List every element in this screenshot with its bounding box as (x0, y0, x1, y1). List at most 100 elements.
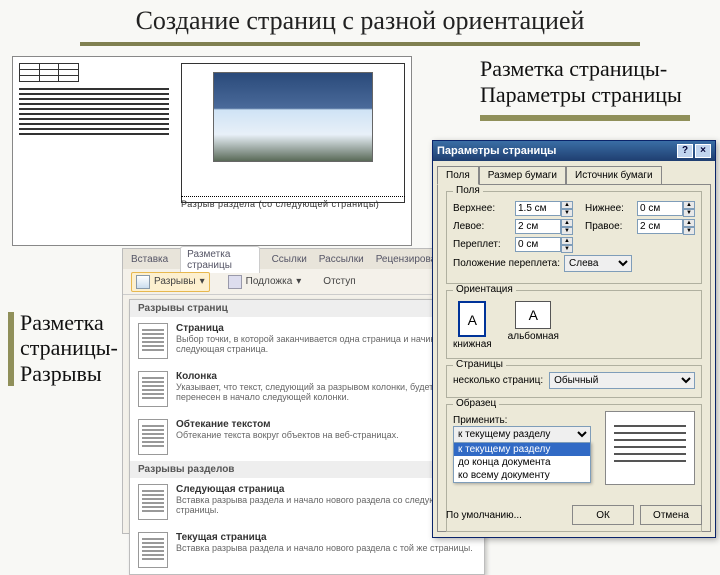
break-page-icon (138, 323, 168, 359)
breaks-icon (136, 275, 150, 289)
orientation-group: Ориентация A книжная A альбомная (446, 290, 702, 359)
apply-dropdown-open: к текущему разделу до конца документа ко… (453, 442, 591, 483)
break-page-title: Страница (176, 323, 476, 334)
watermark-label: Подложка (246, 276, 293, 287)
annotation-left-line1: Разметка (20, 310, 118, 335)
document-preview: Разрыв раздела (со следующей страницы) (12, 56, 412, 246)
break-textwrap-desc: Обтекание текста вокруг объектов на веб-… (176, 430, 399, 440)
gutter-spinner[interactable]: ▲▼ (561, 237, 573, 252)
tab-references[interactable]: Ссылки (272, 254, 307, 265)
breaks-label: Разрывы (154, 276, 196, 287)
gutter-pos-select[interactable]: Слева (564, 255, 632, 272)
break-current-page-icon (138, 532, 168, 568)
break-column-title: Колонка (176, 371, 476, 382)
break-current-page-desc: Вставка разрыва раздела и начало нового … (176, 543, 473, 553)
section-break-marker: Разрыв раздела (со следующей страницы) (181, 196, 405, 209)
break-column-icon (138, 371, 168, 407)
gutter-label: Переплет: (453, 239, 511, 250)
break-current-page[interactable]: Текущая страницаВставка разрыва раздела … (130, 526, 484, 574)
section-page-breaks: Разрывы страниц (130, 300, 484, 317)
top-margin-input[interactable] (515, 201, 561, 216)
margins-group-label: Поля (453, 185, 483, 196)
annotation-left-accent (8, 312, 14, 386)
left-margin-input[interactable] (515, 219, 561, 234)
portrait-label: книжная (453, 339, 492, 350)
right-margin-label: Правое: (585, 221, 633, 232)
break-next-page-title: Следующая страница (176, 484, 476, 495)
apply-opt-to-end[interactable]: до конца документа (454, 456, 590, 469)
break-next-page[interactable]: Следующая страницаВставка разрыва раздел… (130, 478, 484, 526)
section-section-breaks: Разрывы разделов (130, 461, 484, 478)
portrait-page-thumb (19, 63, 169, 239)
cancel-button[interactable]: Отмена (640, 505, 702, 525)
breaks-button[interactable]: Разрывы ▾ (131, 272, 210, 292)
tab-margins[interactable]: Поля (437, 166, 479, 185)
bottom-margin-input[interactable] (637, 201, 683, 216)
pages-group-label: Страницы (453, 359, 506, 370)
annotation-left-line3: Разрывы (20, 361, 118, 386)
landscape-icon: A (515, 301, 551, 329)
dialog-title-text: Параметры страницы (437, 145, 556, 157)
break-column[interactable]: КолонкаУказывает, что текст, следующий з… (130, 365, 484, 413)
portrait-icon: A (458, 301, 486, 337)
annotation-right-accent (480, 115, 690, 121)
break-current-page-title: Текущая страница (176, 532, 473, 543)
break-next-page-icon (138, 484, 168, 520)
watermark-icon (228, 275, 242, 289)
apply-select[interactable]: к текущему разделу (453, 426, 591, 443)
close-button[interactable]: × (695, 144, 711, 158)
default-button[interactable]: По умолчанию... (446, 510, 522, 521)
title-underline (80, 42, 640, 46)
slide-title: Создание страниц с разной ориентацией (0, 6, 720, 36)
top-margin-spinner[interactable]: ▲▼ (561, 201, 573, 216)
dialog-body: Поля Верхнее: ▲▼ Нижнее: ▲▼ Левое: ▲▼ Пр… (437, 184, 711, 532)
tab-paper-size[interactable]: Размер бумаги (479, 166, 566, 185)
left-margin-spinner[interactable]: ▲▼ (561, 219, 573, 234)
sample-group-label: Образец (453, 398, 499, 409)
watermark-button[interactable]: Подложка ▾ (224, 273, 306, 291)
bottom-margin-label: Нижнее: (585, 203, 633, 214)
help-button[interactable]: ? (677, 144, 693, 158)
indent-button[interactable]: Отступ (319, 274, 359, 289)
sample-preview (605, 411, 695, 485)
page-setup-dialog: Параметры страницы ? × Поля Размер бумаг… (432, 140, 716, 538)
apply-opt-whole-doc[interactable]: ко всему документу (454, 469, 590, 482)
annotation-right-line2: Параметры страницы (480, 82, 690, 108)
ok-button[interactable]: ОК (572, 505, 634, 525)
landscape-page-thumb (181, 63, 405, 203)
orientation-portrait[interactable]: A книжная (453, 301, 492, 350)
pages-label: несколько страниц: (453, 375, 543, 386)
pages-select[interactable]: Обычный (549, 372, 695, 389)
annotation-left-line2: страницы- (20, 335, 118, 360)
dialog-titlebar: Параметры страницы ? × (433, 141, 715, 161)
tab-insert[interactable]: Вставка (131, 254, 168, 265)
apply-label: Применить: (453, 415, 599, 426)
gutter-pos-label: Положение переплета: (453, 258, 560, 269)
photo-placeholder (213, 72, 373, 162)
landscape-label: альбомная (508, 331, 559, 342)
left-margin-label: Левое: (453, 221, 511, 232)
tab-page-layout[interactable]: Разметка страницы (180, 246, 259, 273)
gutter-input[interactable] (515, 237, 561, 252)
orientation-landscape[interactable]: A альбомная (508, 301, 559, 350)
margins-group: Поля Верхнее: ▲▼ Нижнее: ▲▼ Левое: ▲▼ Пр… (446, 191, 702, 284)
top-margin-label: Верхнее: (453, 203, 511, 214)
break-next-page-desc: Вставка разрыва раздела и начало нового … (176, 495, 476, 516)
tab-paper-source[interactable]: Источник бумаги (566, 166, 662, 185)
tab-mailings[interactable]: Рассылки (319, 254, 364, 265)
dialog-button-row: По умолчанию... ОК Отмена (446, 505, 702, 525)
bottom-margin-spinner[interactable]: ▲▼ (683, 201, 695, 216)
break-textwrap[interactable]: Обтекание текстомОбтекание текста вокруг… (130, 413, 484, 461)
annotation-right: Разметка страницы- Параметры страницы (480, 56, 690, 121)
orientation-group-label: Ориентация (453, 284, 516, 295)
break-page-desc: Выбор точки, в которой заканчивается одн… (176, 334, 476, 355)
break-column-desc: Указывает, что текст, следующий за разры… (176, 382, 476, 403)
apply-opt-current[interactable]: к текущему разделу (454, 443, 590, 456)
break-textwrap-title: Обтекание текстом (176, 419, 399, 430)
break-page[interactable]: СтраницаВыбор точки, в которой заканчива… (130, 317, 484, 365)
break-textwrap-icon (138, 419, 168, 455)
annotation-left: Разметка страницы- Разрывы (10, 310, 118, 386)
right-margin-spinner[interactable]: ▲▼ (683, 219, 695, 234)
pages-group: Страницы несколько страниц: Обычный (446, 365, 702, 398)
right-margin-input[interactable] (637, 219, 683, 234)
